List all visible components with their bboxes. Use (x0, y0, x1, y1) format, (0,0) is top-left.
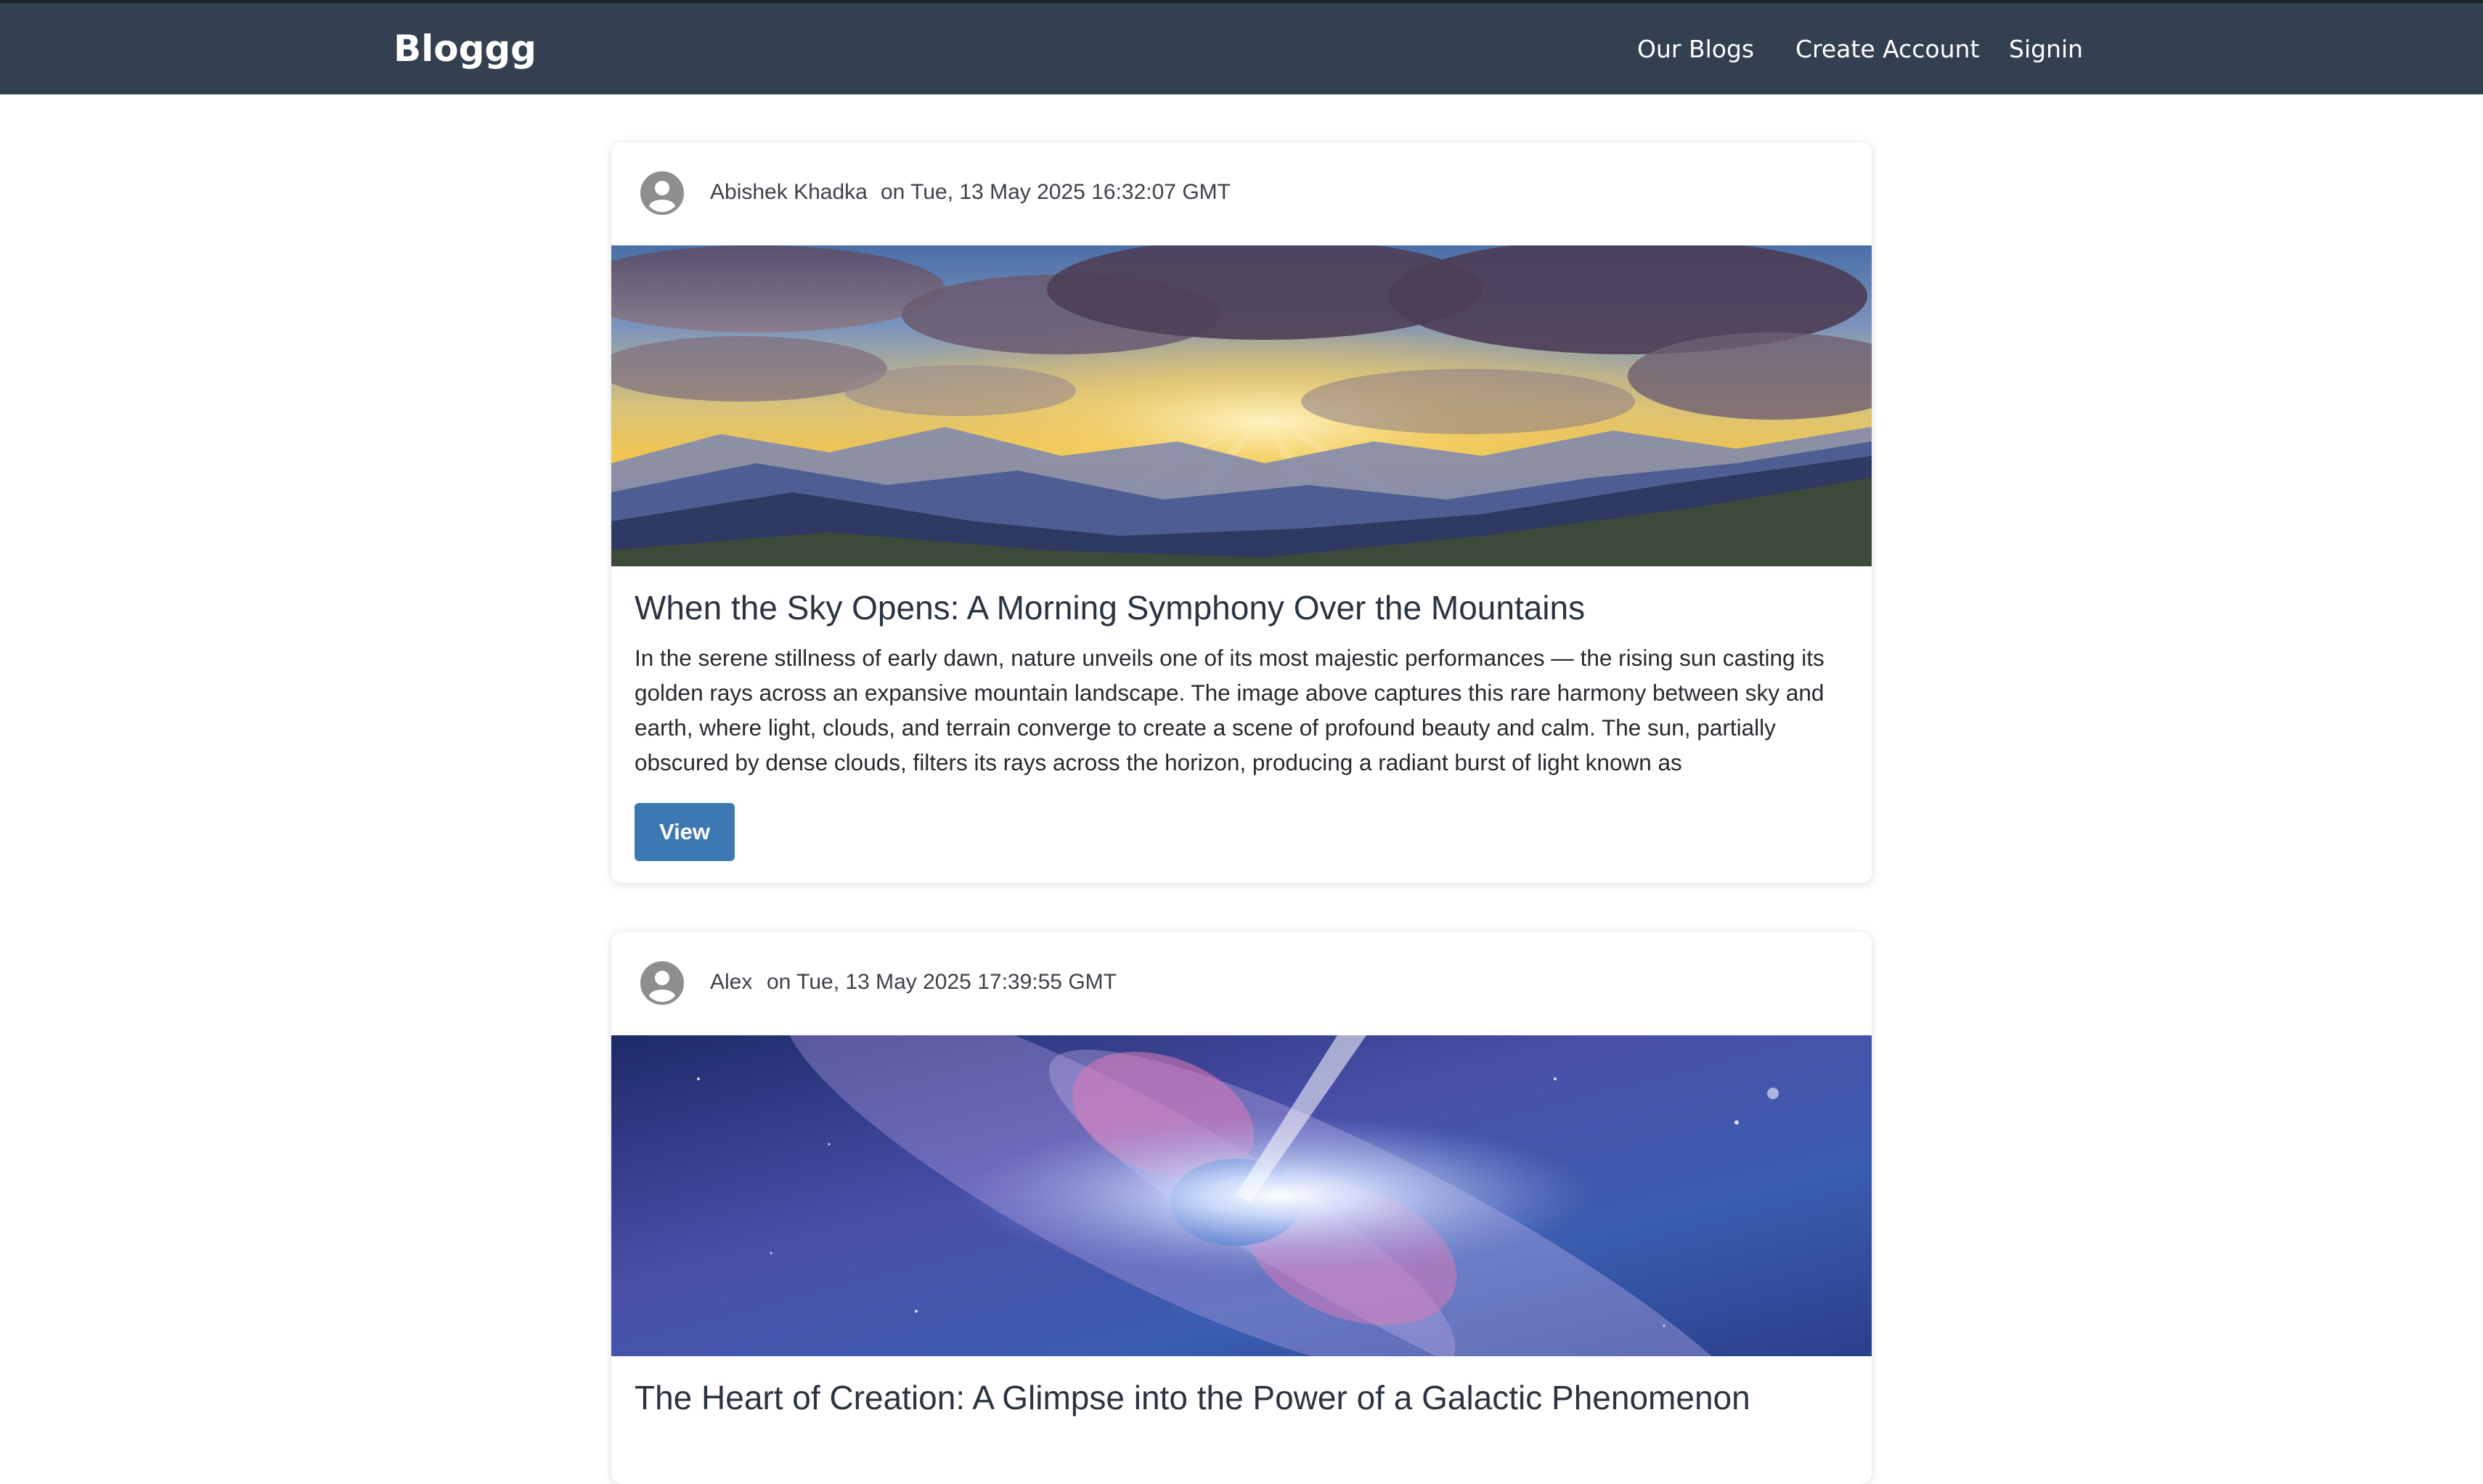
user-avatar-icon (640, 961, 684, 1005)
nav-our-blogs-link[interactable]: Our Blogs (1637, 35, 1754, 63)
nav-create-account-link[interactable]: Create Account (1795, 35, 1979, 63)
post-meta: Alex on Tue, 13 May 2025 17:39:55 GMT (611, 932, 1872, 1035)
mountain-sunrise-image (611, 245, 1872, 566)
post-author: Abishek Khadka (710, 180, 868, 204)
user-avatar-icon (640, 171, 684, 215)
post-title[interactable]: When the Sky Opens: A Morning Symphony O… (635, 588, 1585, 627)
view-post-button[interactable]: View (635, 803, 735, 861)
brand-logo[interactable]: Bloggg (394, 28, 537, 70)
post-date: on Tue, 13 May 2025 17:39:55 GMT (767, 970, 1117, 994)
blog-post-card: Alex on Tue, 13 May 2025 17:39:55 GMT Th… (611, 932, 1872, 1484)
blog-post-card: Abishek Khadka on Tue, 13 May 2025 16:32… (611, 142, 1872, 883)
nav-signin-link[interactable]: Signin (2009, 35, 2083, 63)
top-navbar: Bloggg Our Blogs Create Account Signin (0, 0, 2483, 94)
post-meta: Abishek Khadka on Tue, 13 May 2025 16:32… (611, 142, 1872, 245)
post-author: Alex (710, 970, 753, 994)
post-excerpt: In the serene stillness of early dawn, n… (635, 645, 1824, 775)
post-title[interactable]: The Heart of Creation: A Glimpse into th… (635, 1378, 1750, 1417)
galaxy-nebula-image (611, 1035, 1872, 1356)
post-date: on Tue, 13 May 2025 16:32:07 GMT (881, 180, 1231, 204)
